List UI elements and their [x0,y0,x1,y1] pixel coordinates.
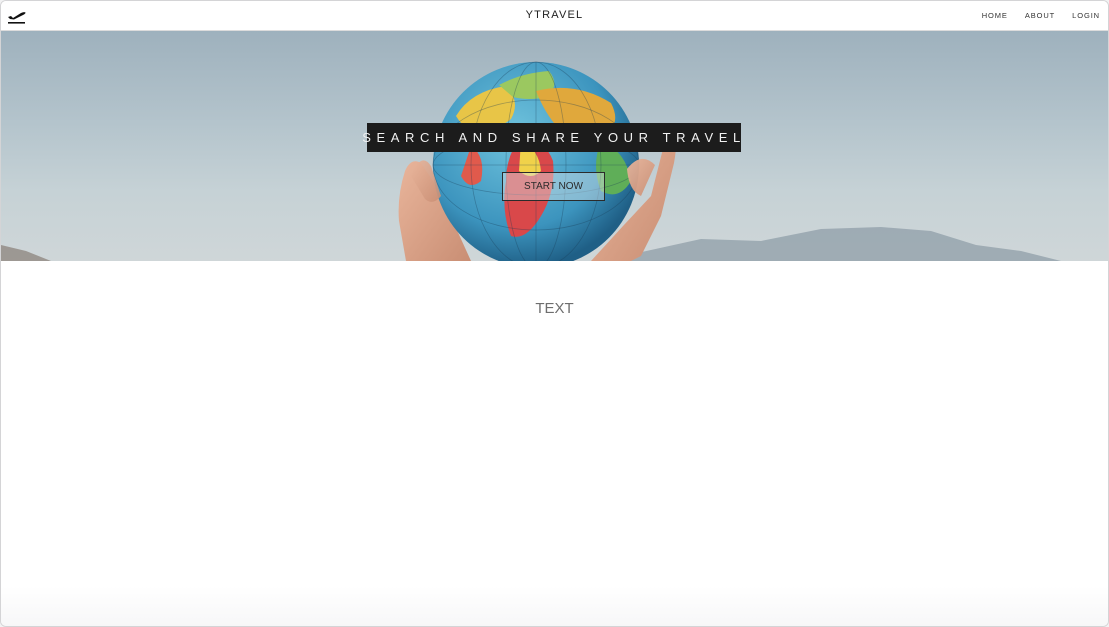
nav-links: HOME ABOUT LOGIN [982,11,1100,20]
browser-frame: YTRAVEL HOME ABOUT LOGIN SEARCH AND SHAR… [0,0,1109,627]
hero-title: SEARCH AND SHARE YOUR TRAVEL [362,123,741,152]
nav-login-link[interactable]: LOGIN [1072,11,1100,20]
hero-banner: SEARCH AND SHARE YOUR TRAVEL START NOW [1,31,1108,261]
bottom-fade [1,586,1108,626]
brand-title[interactable]: YTRAVEL [1,9,1108,21]
start-now-button[interactable]: START NOW [502,172,605,201]
navbar: YTRAVEL HOME ABOUT LOGIN [1,1,1108,31]
section-text: TEXT [535,300,574,317]
nav-about-link[interactable]: ABOUT [1025,11,1055,20]
nav-home-link[interactable]: HOME [982,11,1008,20]
